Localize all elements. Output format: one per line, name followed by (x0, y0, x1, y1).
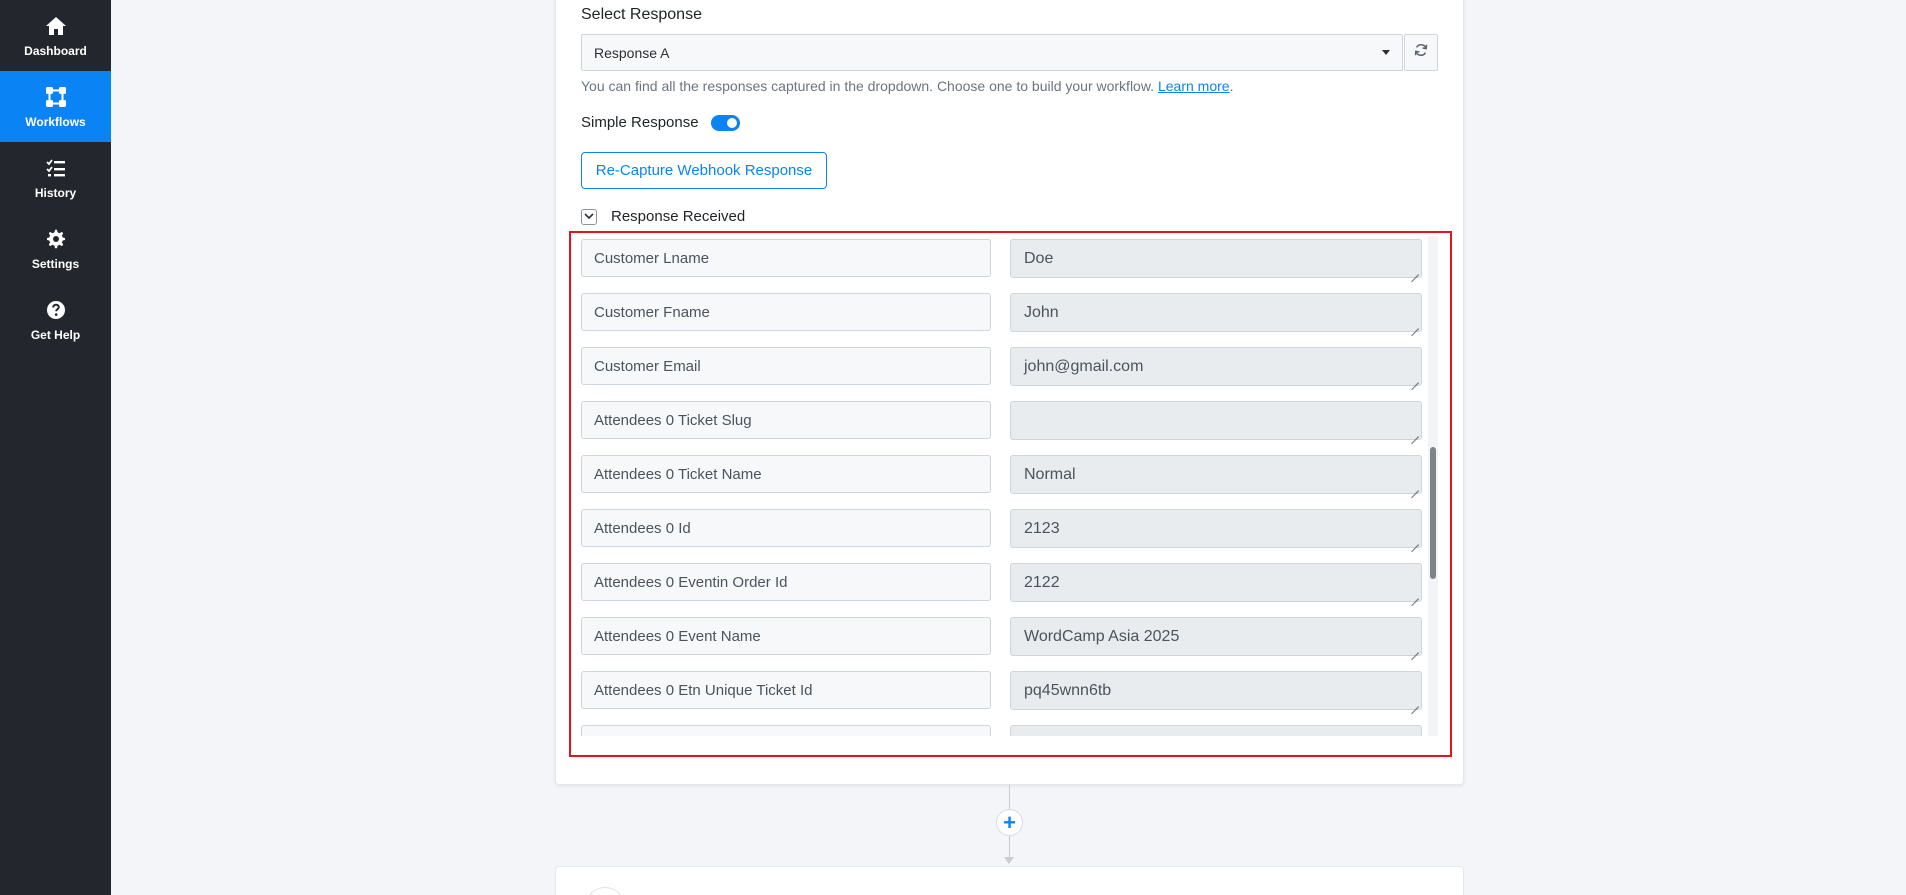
chevron-down-icon (584, 213, 594, 220)
help-text: You can find all the responses captured … (581, 78, 1155, 94)
question-icon (46, 298, 66, 322)
add-step-button[interactable]: + (996, 809, 1023, 836)
sidebar-item-history[interactable]: History (0, 142, 111, 213)
collapse-toggle[interactable] (581, 208, 597, 225)
list-icon (45, 156, 66, 180)
sidebar-item-label: History (34, 185, 77, 200)
sidebar-item-dashboard[interactable]: Dashboard (0, 0, 111, 71)
learn-more-link[interactable]: Learn more (1158, 78, 1230, 94)
simple-response-toggle[interactable] (710, 114, 740, 131)
arrow-down-icon (1004, 857, 1014, 864)
sidebar-item-label: Settings (31, 256, 80, 271)
highlight-box (569, 231, 1452, 757)
refresh-icon (1414, 43, 1428, 62)
sidebar: Dashboard Workflows History Settings Get… (0, 0, 111, 895)
sidebar-item-label: Workflows (25, 114, 86, 129)
response-help-text: You can find all the responses captured … (581, 78, 1234, 94)
chevron-down-icon (1382, 50, 1390, 55)
sidebar-item-label: Get Help (30, 327, 81, 342)
sidebar-item-settings[interactable]: Settings (0, 213, 111, 284)
response-select[interactable]: Response A (581, 34, 1403, 71)
toggle-knob (726, 117, 737, 128)
home-icon (45, 14, 67, 38)
sidebar-item-workflows[interactable]: Workflows (0, 71, 111, 142)
workflow-icon (44, 85, 68, 109)
refresh-button[interactable] (1404, 34, 1438, 71)
response-select-value: Response A (594, 44, 670, 61)
recapture-webhook-button[interactable]: Re-Capture Webhook Response (581, 152, 827, 189)
sidebar-item-label: Dashboard (24, 43, 87, 58)
sidebar-item-get-help[interactable]: Get Help (0, 284, 111, 355)
response-received-row: Response Received (581, 208, 745, 225)
gear-icon (46, 227, 66, 251)
select-response-label: Select Response (581, 6, 702, 23)
next-step-card[interactable] (555, 866, 1464, 895)
simple-response-label: Simple Response (581, 114, 699, 131)
simple-response-row: Simple Response (581, 114, 740, 131)
plus-icon: + (1003, 809, 1016, 835)
response-received-label: Response Received (611, 208, 746, 225)
